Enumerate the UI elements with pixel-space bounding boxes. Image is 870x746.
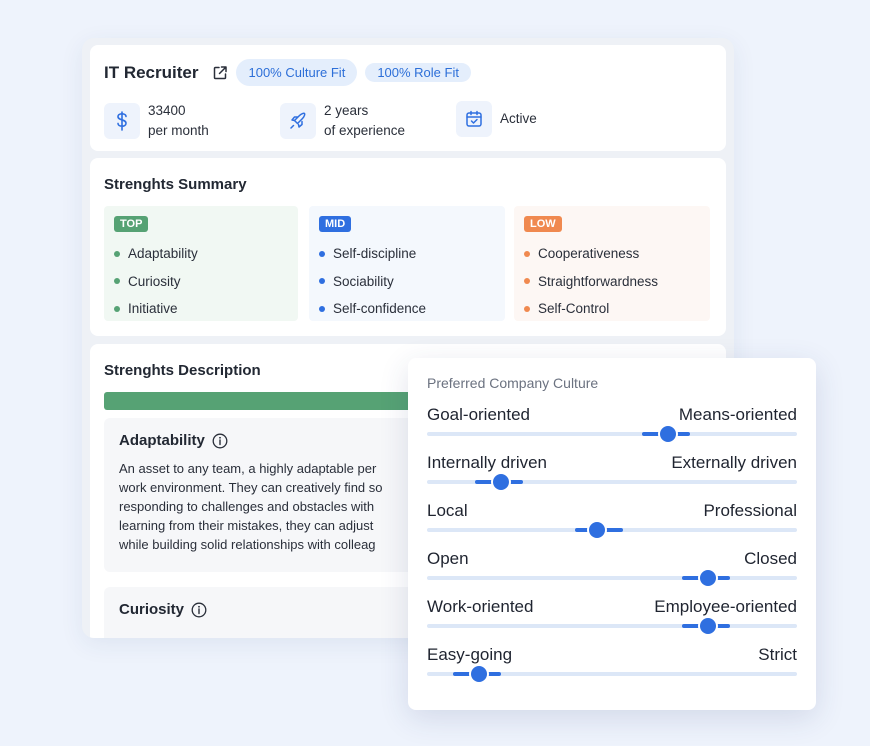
external-link-icon[interactable] [212,65,228,81]
job-header-panel: IT Recruiter 100% Culture Fit 100% Role … [90,45,726,151]
top-tag: TOP [114,216,149,232]
slider-left-label: Work-oriented [427,597,534,616]
culture-slider-row: Work-oriented Employee-oriented [427,597,797,637]
salary-amount: 33400 [148,103,186,118]
strengths-summary-panel: Strenghts Summary TOP Adaptability Curio… [90,158,726,336]
list-item: Straightforwardness [522,268,702,296]
culture-slider-row: Easy-going Strict [427,645,797,685]
culture-slider-row: Internally driven Externally driven [427,453,797,493]
list-item: Self-discipline [317,240,497,268]
list-item: Initiative [112,295,290,323]
experience-label: of experience [324,123,406,138]
culture-slider-row: Local Professional [427,501,797,541]
list-item: Self-Control [522,295,702,323]
job-title-row: IT Recruiter 100% Culture Fit 100% Role … [104,59,471,86]
calendar-check-icon [456,101,492,137]
dollar-icon [104,103,140,139]
summary-column-top: TOP Adaptability Curiosity Initiative [104,206,298,321]
info-icon[interactable] [212,433,228,449]
preferred-company-culture-card: Preferred Company Culture Goal-oriented M… [408,358,816,710]
info-icon[interactable] [191,602,207,618]
slider-right-label: Employee-oriented [654,597,797,616]
slider-thumb[interactable] [659,426,676,442]
salary-period: per month [148,123,209,138]
strengths-description-title: Strenghts Description [104,362,261,379]
slider-left-label: Open [427,549,469,568]
slider-left-label: Internally driven [427,453,548,472]
culture-slider-row: Goal-oriented Means-oriented [427,405,797,445]
slider-thumb[interactable] [470,666,487,682]
curiosity-title: Curiosity [119,601,185,618]
slider-right-label: Means-oriented [678,405,797,424]
summary-column-mid: MID Self-discipline Sociability Self-con… [309,206,505,321]
role-fit-badge: 100% Role Fit [365,63,471,82]
status-text: Active [500,111,537,126]
slider-right-label: Closed [744,549,797,568]
slider-track[interactable] [427,576,797,580]
experience-info: 2 years of experience [280,101,405,141]
slider-left-label: Easy-going [427,645,513,664]
summary-column-low: LOW Cooperativeness Straightforwardness … [514,206,710,321]
list-item: Curiosity [112,268,290,296]
low-tag: LOW [524,216,562,232]
list-item: Adaptability [112,240,290,268]
slider-right-label: Externally driven [671,453,797,472]
slider-thumb[interactable] [700,570,717,586]
salary-info: 33400 per month [104,101,209,141]
slider-thumb[interactable] [589,522,606,538]
culture-fit-badge: 100% Culture Fit [236,59,358,86]
list-item: Self-confidence [317,295,497,323]
strengths-summary-title: Strenghts Summary [104,176,247,193]
list-item: Sociability [317,268,497,296]
list-item: Cooperativeness [522,240,702,268]
slider-thumb[interactable] [493,474,509,490]
status-info: Active [456,101,537,137]
culture-slider-row: Open Closed [427,549,797,589]
mid-tag: MID [319,216,352,232]
rocket-icon [280,103,316,139]
slider-thumb[interactable] [700,618,717,634]
slider-track[interactable] [427,624,797,628]
slider-left-label: Local [427,501,468,520]
slider-right-label: Strict [758,645,797,664]
experience-amount: 2 years [324,103,369,118]
job-title: IT Recruiter [104,62,199,82]
slider-right-label: Professional [703,501,797,520]
slider-left-label: Goal-oriented [427,405,531,424]
adaptability-title: Adaptability [119,432,205,449]
culture-title: Preferred Company Culture [427,375,599,391]
slider-track[interactable] [427,432,797,436]
